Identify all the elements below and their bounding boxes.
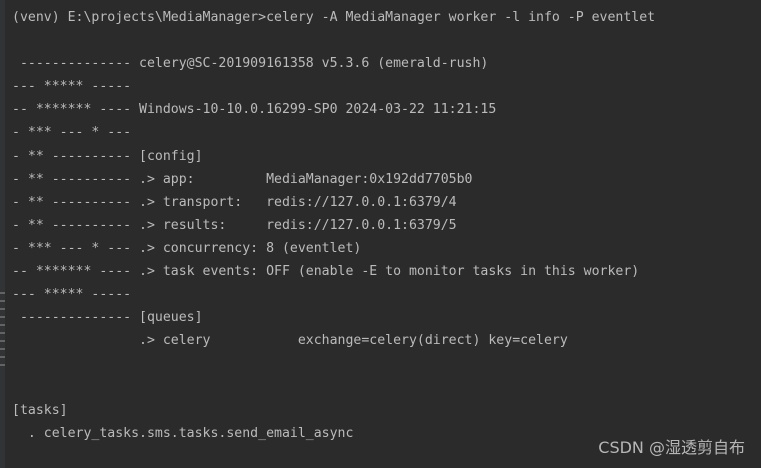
- gutter-marks: [0, 292, 5, 372]
- output-line: -- ******* ---- .> task events: OFF (ena…: [12, 264, 640, 280]
- output-line: - ** ---------- .> app: MediaManager:0x1…: [12, 171, 473, 187]
- output-line: - ** ---------- .> transport: redis://12…: [12, 194, 457, 210]
- output-line: - *** --- * ---: [12, 125, 132, 141]
- csdn-watermark: CSDN @湿透剪自布: [598, 438, 745, 457]
- output-line: [tasks]: [12, 402, 68, 418]
- output-line: -------------- celery@SC-201909161358 v5…: [12, 56, 489, 72]
- left-gutter: [0, 0, 5, 468]
- terminal-output[interactable]: (venv) E:\projects\MediaManager>celery -…: [12, 6, 761, 445]
- output-line: - ** ---------- [config]: [12, 148, 203, 164]
- output-line: --- ***** -----: [12, 287, 132, 303]
- terminal-window[interactable]: (venv) E:\projects\MediaManager>celery -…: [0, 0, 761, 468]
- output-line: -- ******* ---- Windows-10-10.0.16299-SP…: [12, 102, 497, 118]
- command-line: (venv) E:\projects\MediaManager>celery -…: [12, 10, 656, 25]
- output-line: .> celery exchange=celery(direct) key=ce…: [12, 333, 568, 349]
- output-line: --- ***** -----: [12, 79, 132, 95]
- output-line: -------------- [queues]: [12, 310, 203, 326]
- output-line: - ** ---------- .> results: redis://127.…: [12, 217, 457, 233]
- output-line: - *** --- * --- .> concurrency: 8 (event…: [12, 240, 362, 256]
